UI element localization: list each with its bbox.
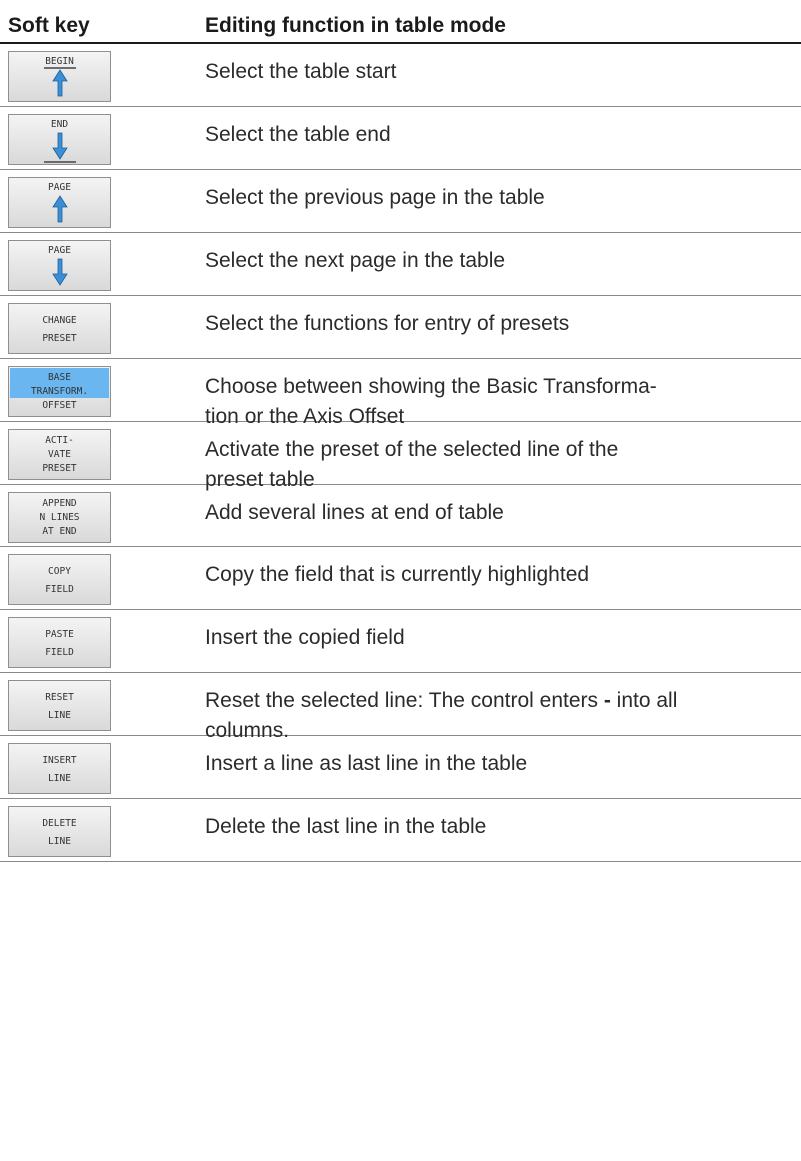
softkey-label-line: PRESET [42,463,77,474]
softkey-label-line: ACTI- [45,435,74,446]
softkey-base-transform-offset-button[interactable]: BASE TRANSFORM. OFFSET [8,366,111,417]
function-description: Select the table end [205,123,391,146]
arrow-down-to-line-icon [44,132,76,163]
softkey-label-line: LINE [48,773,71,784]
table-row: PASTE FIELD Insert the copied field [0,610,801,673]
softkey-label-line: APPEND [42,498,77,509]
function-description: Insert a line as last line in the table [205,752,528,775]
function-description: Add several lines at end of table [205,501,504,524]
softkey-label-line: COPY [48,566,71,577]
softkey-label-line: CHANGE [42,315,77,326]
softkey-activate-preset-button[interactable]: ACTI- VATE PRESET [8,429,111,480]
function-description: Insert the copied field [205,626,405,649]
softkey-label-line: AT END [42,526,77,537]
softkey-change-preset-button[interactable]: CHANGE PRESET [8,303,111,354]
table-row: END Select the table end [0,107,801,170]
function-description: Select the functions for entry of preset… [205,312,570,335]
softkey-label-line: VATE [48,449,71,460]
table-header: Soft key Editing function in table mode [0,0,801,44]
softkey-end-button[interactable]: END [8,114,111,165]
softkey-label-line: PRESET [42,333,77,344]
softkey-label-line: DELETE [42,818,77,829]
table-row: COPY FIELD Copy the field that is currentl… [0,547,801,610]
table-row: PAGE Select the previous page in the tabl… [0,170,801,233]
function-column-header: Editing function in table mode [205,14,506,37]
softkey-label-line: INSERT [42,755,77,766]
arrow-up-icon [52,195,68,223]
softkey-label-line: FIELD [45,584,74,595]
table-row: CHANGE PRESET Select the functions for ent… [0,296,801,359]
table-row: ACTI- VATE PRESET Activate the preset of th… [0,422,801,491]
softkey-label-line: TRANSFORM. [30,386,89,397]
softkey-paste-field-button[interactable]: PASTE FIELD [8,617,111,668]
function-description: Select the next page in the table [205,249,506,272]
function-description: Copy the field that is currently highlig… [205,563,590,586]
softkey-label-line: PASTE [45,629,74,640]
softkey-label-line: FIELD [45,647,74,658]
table-row: DELETE LINE Delete the last line in the ta… [0,799,801,862]
arrow-up-to-line-icon [44,67,76,97]
softkey-label-line: BASE [48,372,71,383]
function-description: Delete the last line in the table [205,815,487,838]
table-row: APPEND N LINES AT END Add several lines at … [0,485,801,547]
table-row: RESET LINE Reset the selected line: The co… [0,673,801,742]
function-description: Select the previous page in the table [205,186,545,209]
dash-symbol: - [603,689,611,712]
softkey-label-line: LINE [48,710,71,721]
softkey-page-up-button[interactable]: PAGE [8,177,111,228]
softkey-column-header: Soft key [8,14,90,37]
softkey-delete-line-button[interactable]: DELETE LINE [8,806,111,857]
softkey-page-down-button[interactable]: PAGE [8,240,111,291]
table-row: BASE TRANSFORM. OFFSET Choose between showi… [0,359,801,428]
table-row: INSERT LINE Insert a line as last line in … [0,736,801,799]
softkey-reset-line-button[interactable]: RESET LINE [8,680,111,731]
softkey-append-n-lines-button[interactable]: APPEND N LINES AT END [8,492,111,543]
description-text: Reset the selected line: The control ent… [205,689,604,712]
table-row: PAGE Select the next page in the table [0,233,801,296]
softkey-insert-line-button[interactable]: INSERT LINE [8,743,111,794]
table-row: BEGIN Select the table start [0,44,801,107]
arrow-down-icon [52,258,68,286]
softkey-label-line: OFFSET [42,400,77,411]
softkey-copy-field-button[interactable]: COPY FIELD [8,554,111,605]
softkey-label-line: N LINES [39,512,80,523]
softkey-label-line: RESET [45,692,74,703]
softkey-begin-button[interactable]: BEGIN [8,51,111,102]
softkey-label-line: LINE [48,836,71,847]
function-description: Select the table start [205,60,397,83]
softkey-table-body: BEGIN Select the table start END Select the… [0,44,801,862]
